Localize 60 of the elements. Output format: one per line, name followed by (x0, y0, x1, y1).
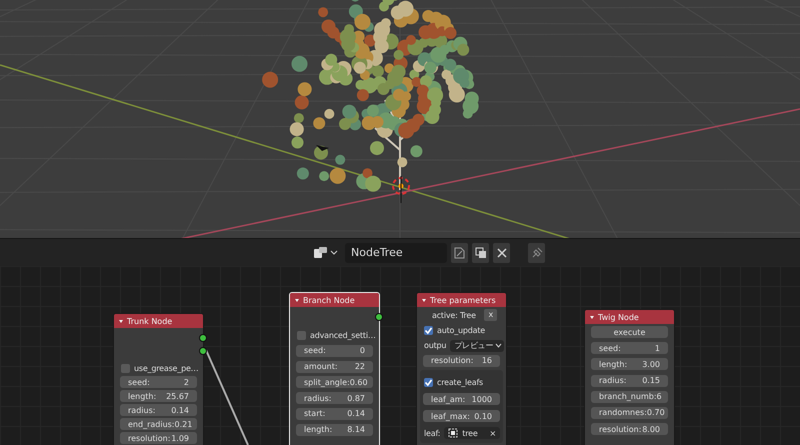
execute-button[interactable]: execute (591, 326, 668, 338)
collapse-icon[interactable] (422, 298, 426, 302)
number-field[interactable]: end_radius:0.21 (120, 418, 197, 430)
node-tree-field[interactable]: NodeTree (345, 242, 447, 262)
number-field[interactable]: leaf_max: 0.10 (423, 410, 500, 422)
new-icon[interactable] (451, 242, 468, 262)
image-icon (448, 428, 458, 438)
number-field[interactable]: start: 0.14 (296, 408, 373, 420)
close-icon[interactable] (493, 242, 510, 262)
number-field[interactable]: split_angle:0.60 (296, 376, 373, 388)
checkbox[interactable] (121, 364, 130, 372)
checkbox-label: auto_update (437, 326, 485, 335)
clear-button[interactable]: x (484, 309, 497, 321)
dropdown[interactable]: プレビュー (450, 340, 504, 352)
node-editor-icon (313, 246, 328, 260)
arrow-icon (316, 145, 329, 151)
number-field[interactable]: length: 8.14 (296, 424, 373, 436)
active-label: active: Tree (432, 310, 476, 320)
number-field[interactable]: seed: 0 (296, 344, 373, 357)
node-card[interactable]: Twig Node execute seed: 1 length: 3.00 radius: 0.15 branch_numb:6 randomnes:0.70 resolution:8.00 (584, 309, 675, 445)
checkbox[interactable] (297, 330, 306, 340)
node-header[interactable]: Branch Node (290, 293, 379, 307)
pin-icon[interactable] (528, 242, 545, 262)
caret-icon (495, 343, 502, 348)
collapse-icon[interactable] (590, 316, 594, 318)
number-field[interactable]: branch_numb:6 (591, 390, 668, 403)
number-field[interactable]: radius: 0.14 (120, 404, 197, 416)
checkbox-label: use_grease_pe… (134, 364, 198, 372)
cursor-icon (392, 176, 410, 204)
number-field[interactable]: leaf_am: 1000 (423, 393, 500, 406)
field-label: outpu (424, 341, 446, 350)
checkbox[interactable] (424, 378, 433, 387)
number-field[interactable]: radius: 0.15 (591, 374, 668, 387)
number-field[interactable]: randomnes:0.70 (591, 406, 668, 419)
socket-icon[interactable] (375, 313, 383, 321)
number-field[interactable]: seed: 1 (591, 342, 668, 354)
number-field[interactable]: length: 3.00 (591, 358, 668, 370)
node-card[interactable]: Trunk Node use_grease_pe… seed: 2 length: 25.67 radius: 0.14 end_radius:0.21 resolution:1.09 (113, 313, 204, 445)
number-field[interactable]: resolution:8.00 (591, 423, 668, 436)
checkbox-label: advanced_setti… (310, 330, 376, 340)
number-field[interactable]: seed: 2 (120, 376, 197, 388)
node-card[interactable]: Tree parameters active: Tree x auto_update outpu プレビュー resolution: 16 create_leafs leaf_am: 1000 leaf_max: 0.10 leaf: tree × (416, 292, 507, 445)
collapse-icon[interactable] (295, 298, 299, 302)
datablock-field[interactable]: tree × (444, 427, 500, 440)
number-field[interactable]: length: 25.67 (120, 390, 197, 402)
number-field[interactable]: radius: 0.87 (296, 392, 373, 404)
node-header[interactable]: Tree parameters (417, 293, 506, 307)
node-header[interactable]: Trunk Node (114, 314, 203, 328)
node-card[interactable]: Branch Node advanced_setti… seed: 0 amount: 22 split_angle:0.60 radius: 0.87 start: 0.14 length: 8.14 (289, 292, 380, 445)
checkbox[interactable] (424, 326, 433, 335)
collapse-icon[interactable] (119, 320, 123, 322)
clear-button[interactable]: × (489, 428, 498, 438)
number-field[interactable]: resolution:1.09 (120, 432, 197, 444)
number-field[interactable]: resolution: 16 (423, 354, 500, 367)
number-field[interactable]: amount: 22 (296, 360, 373, 373)
node-header[interactable]: Twig Node (585, 310, 674, 324)
field-label: leaf: (424, 428, 440, 438)
checkbox-label: create_leafs (437, 378, 484, 387)
caret-icon (330, 250, 338, 256)
duplicate-icon[interactable] (472, 242, 489, 262)
